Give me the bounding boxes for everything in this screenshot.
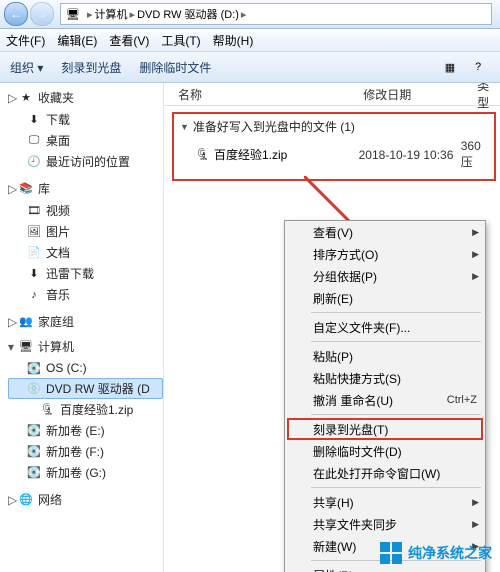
sidebar-item-drive-e[interactable]: 💽新加卷 (E:) bbox=[8, 420, 163, 441]
sidebar-item-pictures[interactable]: 🖼图片 bbox=[8, 221, 163, 242]
video-icon: 🎞 bbox=[26, 203, 42, 219]
address-bar[interactable]: 🖥 ▸ 计算机 ▸ DVD RW 驱动器 (D:) ▸ bbox=[60, 3, 492, 25]
context-menu-item[interactable]: 删除临时文件(D) bbox=[285, 440, 485, 462]
sidebar-item-drive-c[interactable]: 💽OS (C:) bbox=[8, 358, 163, 378]
homegroup-icon: 👥 bbox=[18, 314, 34, 330]
document-icon: 📄 bbox=[26, 245, 42, 261]
context-menu-item[interactable]: 分组依据(P)▶ bbox=[285, 265, 485, 287]
toolbar-burn[interactable]: 刻录到光盘 bbox=[61, 59, 121, 76]
toolbar: 组织 ▾ 刻录到光盘 删除临时文件 ▦ ? bbox=[0, 52, 500, 83]
recent-icon: 🕘 bbox=[26, 154, 42, 170]
context-menu-item[interactable]: 查看(V)▶ bbox=[285, 221, 485, 243]
arrow-right-icon: → bbox=[36, 7, 48, 21]
column-headers: 名称 修改日期 类型 bbox=[164, 83, 500, 106]
zip-icon: 🗜 bbox=[196, 147, 210, 163]
file-item[interactable]: 🗜 百度经验1.zip 2018-10-19 10:36 360压 bbox=[180, 138, 488, 171]
sidebar-item-downloads[interactable]: ⬇下载 bbox=[8, 109, 163, 130]
chevron-right-icon: ▶ bbox=[472, 519, 479, 530]
context-menu-item[interactable]: 在此处打开命令窗口(W) bbox=[285, 462, 485, 484]
col-name[interactable]: 名称 bbox=[178, 86, 363, 103]
network-icon: 🌐 bbox=[18, 492, 34, 508]
nav-forward-button[interactable]: → bbox=[30, 2, 54, 26]
navigation-pane: ▷★收藏夹 ⬇下载 🖵桌面 🕘最近访问的位置 ▷📚库 🎞视频 🖼图片 📄文档 ⬇… bbox=[0, 83, 164, 572]
arrow-left-icon: ← bbox=[10, 7, 22, 21]
sidebar-item-thunder[interactable]: ⬇迅雷下载 bbox=[8, 263, 163, 284]
drive-icon: 💽 bbox=[26, 444, 42, 460]
chevron-right-icon: ▶ bbox=[472, 497, 479, 508]
pending-burn-group: ▼准备好写入到光盘中的文件 (1) 🗜 百度经验1.zip 2018-10-19… bbox=[172, 112, 496, 181]
menu-edit[interactable]: 编辑(E) bbox=[57, 32, 97, 49]
sidebar-item-drive-f[interactable]: 💽新加卷 (F:) bbox=[8, 441, 163, 462]
context-menu-item[interactable]: 自定义文件夹(F)... bbox=[285, 316, 485, 338]
desktop-icon: 🖵 bbox=[26, 133, 42, 149]
picture-icon: 🖼 bbox=[26, 224, 42, 240]
logo-icon bbox=[380, 542, 402, 564]
watermark: 纯净系统之家 bbox=[380, 542, 492, 564]
context-menu: 查看(V)▶排序方式(O)▶分组依据(P)▶刷新(E) 自定义文件夹(F)... 粘… bbox=[284, 220, 486, 572]
explorer-window: ← → 🖥 ▸ 计算机 ▸ DVD RW 驱动器 (D:) ▸ 文件(F) 编辑… bbox=[0, 0, 500, 572]
download-icon: ⬇ bbox=[26, 266, 42, 282]
menu-tools[interactable]: 工具(T) bbox=[161, 32, 200, 49]
context-menu-item[interactable]: 撤消 重命名(U)Ctrl+Z bbox=[285, 389, 485, 411]
group-header[interactable]: ▼准备好写入到光盘中的文件 (1) bbox=[180, 118, 488, 135]
context-menu-item[interactable]: 共享文件夹同步▶ bbox=[285, 513, 485, 535]
titlebar: ← → 🖥 ▸ 计算机 ▸ DVD RW 驱动器 (D:) ▸ bbox=[0, 0, 500, 29]
chevron-right-icon: ▶ bbox=[472, 227, 479, 238]
computer-icon: 🖥 bbox=[18, 339, 34, 355]
sidebar-item-zip[interactable]: 🗜百度经验1.zip bbox=[8, 399, 163, 420]
chevron-right-icon: ▶ bbox=[472, 271, 479, 282]
sidebar-item-documents[interactable]: 📄文档 bbox=[8, 242, 163, 263]
chevron-down-icon: ▼ bbox=[180, 122, 189, 132]
context-menu-item[interactable]: 排序方式(O)▶ bbox=[285, 243, 485, 265]
view-options-icon[interactable]: ▦ bbox=[442, 59, 458, 75]
toolbar-organize[interactable]: 组织 ▾ bbox=[10, 59, 43, 76]
context-menu-item[interactable]: 刷新(E) bbox=[285, 287, 485, 309]
homegroup[interactable]: ▷👥家庭组 bbox=[8, 313, 163, 330]
sidebar-item-music[interactable]: ♪音乐 bbox=[8, 284, 163, 305]
sidebar-item-videos[interactable]: 🎞视频 bbox=[8, 200, 163, 221]
help-icon[interactable]: ? bbox=[470, 59, 486, 75]
sidebar-item-drive-g[interactable]: 💽新加卷 (G:) bbox=[8, 462, 163, 483]
dvd-icon: 💿 bbox=[26, 381, 42, 397]
music-icon: ♪ bbox=[26, 287, 42, 303]
libraries-group[interactable]: ▷📚库 bbox=[8, 180, 163, 197]
menu-view[interactable]: 查看(V) bbox=[109, 32, 149, 49]
sidebar-item-recent[interactable]: 🕘最近访问的位置 bbox=[8, 151, 163, 172]
sidebar-item-dvd[interactable]: 💿DVD RW 驱动器 (D bbox=[8, 378, 163, 399]
menu-help[interactable]: 帮助(H) bbox=[213, 32, 254, 49]
favorites-group[interactable]: ▷★收藏夹 bbox=[8, 89, 163, 106]
menu-file[interactable]: 文件(F) bbox=[6, 32, 45, 49]
context-menu-item[interactable]: 共享(H)▶ bbox=[285, 491, 485, 513]
context-menu-item[interactable]: 粘贴快捷方式(S) bbox=[285, 367, 485, 389]
network-group[interactable]: ▷🌐网络 bbox=[8, 491, 163, 508]
download-icon: ⬇ bbox=[26, 112, 42, 128]
sidebar-item-desktop[interactable]: 🖵桌面 bbox=[8, 130, 163, 151]
computer-icon: 🖥 bbox=[65, 6, 81, 22]
drive-icon: 💽 bbox=[26, 465, 42, 481]
drive-icon: 💽 bbox=[26, 360, 42, 376]
toolbar-delete-temp[interactable]: 删除临时文件 bbox=[139, 59, 211, 76]
context-menu-item[interactable]: 粘贴(P) bbox=[285, 345, 485, 367]
library-icon: 📚 bbox=[18, 181, 34, 197]
breadcrumb[interactable]: 计算机 bbox=[95, 6, 128, 22]
breadcrumb[interactable]: DVD RW 驱动器 (D:) bbox=[137, 6, 239, 22]
menubar: 文件(F) 编辑(E) 查看(V) 工具(T) 帮助(H) bbox=[0, 29, 500, 52]
context-menu-item[interactable]: 刻录到光盘(T) bbox=[285, 418, 485, 440]
context-menu-item[interactable]: 属性(R) bbox=[285, 564, 485, 572]
star-icon: ★ bbox=[18, 90, 34, 106]
drive-icon: 💽 bbox=[26, 423, 42, 439]
zip-icon: 🗜 bbox=[40, 402, 56, 418]
chevron-right-icon: ▶ bbox=[472, 249, 479, 260]
nav-back-button[interactable]: ← bbox=[4, 2, 28, 26]
col-date[interactable]: 修改日期 bbox=[363, 86, 477, 103]
computer-group[interactable]: ▾🖥计算机 bbox=[8, 338, 163, 355]
